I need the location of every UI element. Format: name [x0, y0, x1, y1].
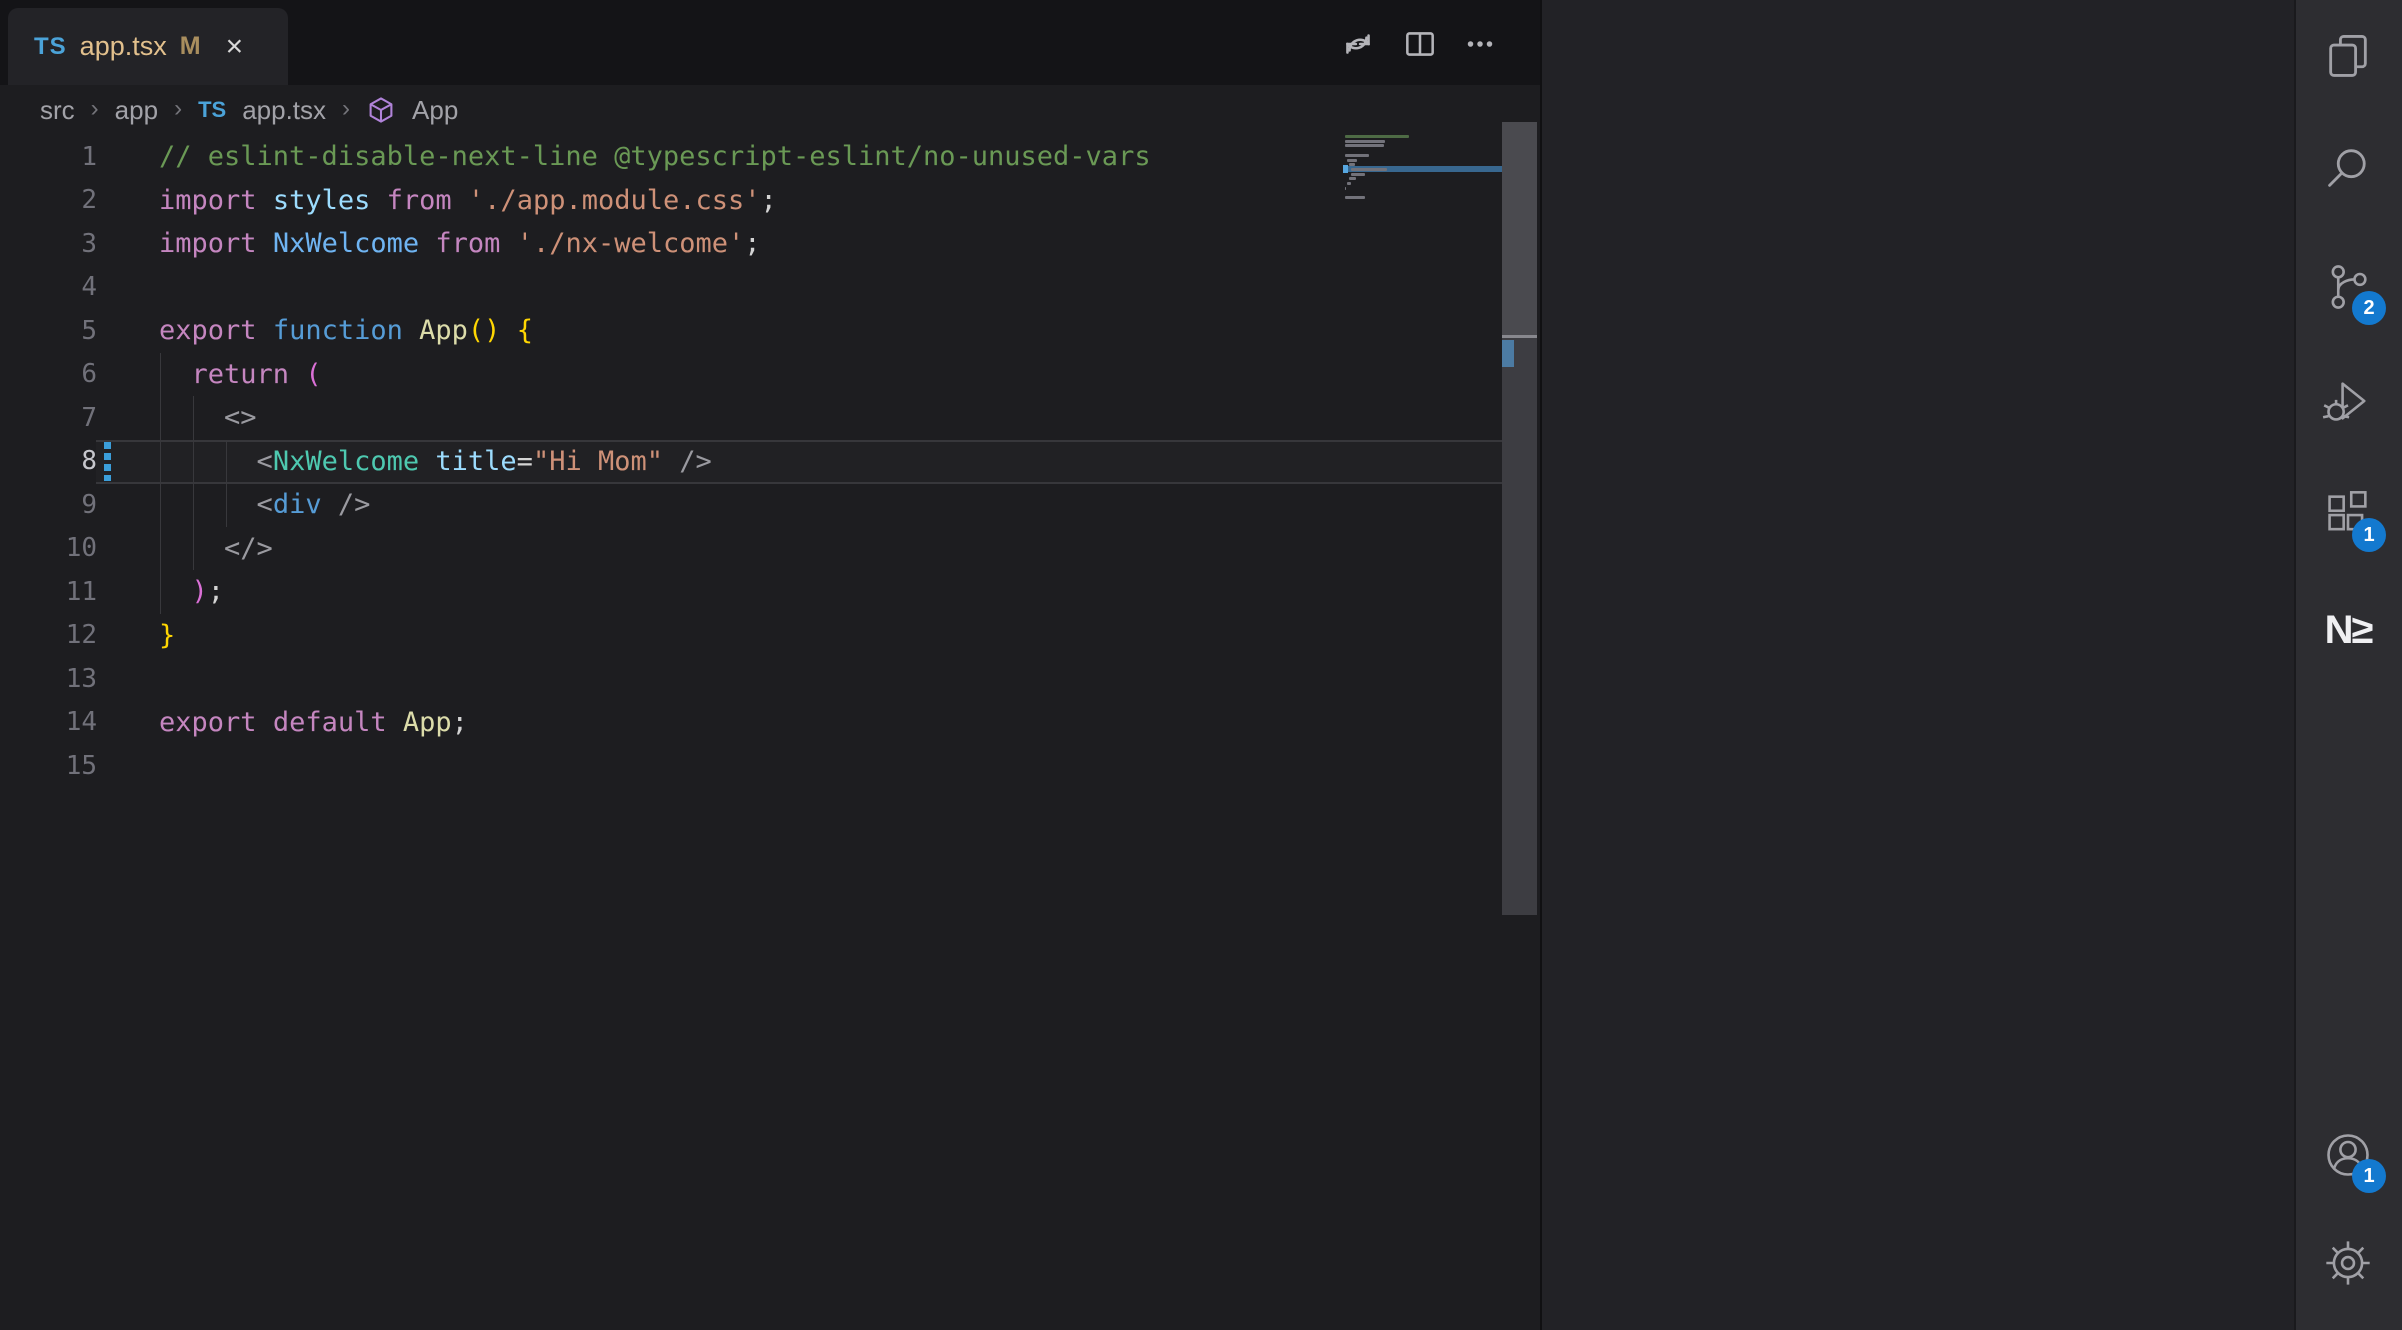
code-line-15[interactable]: 15 [0, 744, 1502, 788]
line-number: 4 [0, 272, 97, 302]
breadcrumb: src › app › TS app.tsx › App [0, 85, 1540, 135]
code-line-7[interactable]: 7 <> [0, 396, 1502, 440]
typescript-file-icon: TS [34, 33, 67, 61]
minimap-line [1345, 144, 1384, 147]
editor-region: TS app.tsx M × src › app › TS [0, 0, 1540, 1330]
minimap-line [1347, 159, 1357, 162]
overview-ruler-cursor-mark [1502, 335, 1537, 338]
code-line-6[interactable]: 6 return ( [0, 353, 1502, 397]
code-text: <> [159, 402, 257, 433]
chevron-right-icon: › [342, 95, 350, 123]
search-icon[interactable] [2300, 120, 2396, 216]
badge: 1 [2352, 518, 2386, 552]
line-number: 2 [0, 185, 97, 215]
breadcrumb-src[interactable]: src [40, 95, 75, 126]
code-text: import styles from './app.module.css'; [159, 185, 777, 216]
tab-app-tsx[interactable]: TS app.tsx M × [8, 8, 288, 85]
badge: 2 [2352, 291, 2386, 325]
code-line-12[interactable]: 12} [0, 614, 1502, 658]
tab-title: app.tsx [80, 31, 167, 62]
code-line-3[interactable]: 3 import NxWelcome from './nx-welcome'; [0, 222, 1502, 266]
code-line-13[interactable]: 13 [0, 657, 1502, 701]
minimap-line [1345, 140, 1385, 143]
symbol-class-cube-icon [366, 95, 396, 125]
line-number: 1 [0, 142, 97, 172]
minimap-line [1349, 177, 1356, 180]
minimap-line [1345, 196, 1365, 199]
nx-console-panel: NX CONSOLE ••• PROJECTS NX CLOUD REMOTE … [1540, 0, 2294, 1330]
modified-badge: M [180, 32, 201, 61]
breadcrumb-symbol-app[interactable]: App [412, 95, 458, 126]
chevron-right-icon: › [91, 95, 99, 123]
overview-ruler-modified-mark [1502, 340, 1514, 367]
typescript-file-icon: TS [198, 97, 226, 123]
code-text: </> [159, 533, 273, 564]
line-number: 8 [0, 446, 97, 476]
minimap-line [1351, 173, 1364, 176]
code-text: import NxWelcome from './nx-welcome'; [159, 228, 761, 259]
line-number: 9 [0, 490, 97, 520]
line-number: 13 [0, 664, 97, 694]
line-number: 5 [0, 316, 97, 346]
line-number: 7 [0, 403, 97, 433]
code-line-2[interactable]: 2 import styles from './app.module.css'; [0, 179, 1502, 223]
vscode-window: TS app.tsx M × src › app › TS [0, 0, 2402, 1330]
line-number: 14 [0, 707, 97, 737]
code-line-11[interactable]: 11 ); [0, 570, 1502, 614]
minimap-line [1347, 182, 1351, 185]
line-number: 12 [0, 620, 97, 650]
badge: 1 [2352, 1159, 2386, 1193]
code-text: export function App() { [159, 315, 533, 346]
code-editor[interactable]: 1 // eslint-disable-next-line @typescript… [0, 135, 1502, 788]
chevron-right-icon: › [174, 95, 182, 123]
code-line-14[interactable]: 14 export default App; [0, 701, 1502, 745]
code-line-5[interactable]: 5 export function App() { [0, 309, 1502, 353]
open-changes-icon[interactable] [1338, 24, 1378, 64]
settings-gear-icon[interactable] [2300, 1215, 2396, 1311]
breadcrumb-file[interactable]: app.tsx [242, 95, 326, 126]
code-text: <NxWelcome title="Hi Mom" /> [159, 446, 712, 477]
line-number: 10 [0, 533, 97, 563]
explorer-icon[interactable] [2300, 9, 2396, 105]
minimap-line [1345, 154, 1369, 157]
scrollbar-thumb[interactable] [1502, 122, 1537, 335]
extensions-icon[interactable]: 1 [2300, 466, 2396, 562]
code-line-9[interactable]: 9 <div /> [0, 483, 1502, 527]
minimap-line [1351, 168, 1386, 171]
line-number: 3 [0, 229, 97, 259]
minimap[interactable] [1345, 135, 1502, 210]
editor-more-actions-icon[interactable] [1460, 24, 1500, 64]
nx-console-icon[interactable]: N≥ [2300, 582, 2396, 678]
accounts-icon[interactable]: 1 [2300, 1107, 2396, 1203]
code-text: <div /> [159, 489, 370, 520]
line-number: 6 [0, 359, 97, 389]
minimap-line [1345, 135, 1409, 138]
source-control-icon[interactable]: 2 [2300, 239, 2396, 335]
nx-logo: N≥ [2325, 608, 2372, 653]
run-debug-icon[interactable] [2300, 353, 2396, 449]
line-number: 11 [0, 577, 97, 607]
code-text: // eslint-disable-next-line @typescript-… [159, 141, 1151, 172]
code-line-4[interactable]: 4 [0, 266, 1502, 310]
code-text: export default App; [159, 707, 468, 738]
code-text: ); [159, 576, 224, 607]
code-text: return ( [159, 359, 322, 390]
code-line-10[interactable]: 10 </> [0, 527, 1502, 571]
split-editor-icon[interactable] [1400, 24, 1440, 64]
code-line-8[interactable]: 8 <NxWelcome title="Hi Mom" /> [0, 440, 1502, 484]
code-line-1[interactable]: 1 // eslint-disable-next-line @typescript… [0, 135, 1502, 179]
line-number: 15 [0, 751, 97, 781]
close-tab-icon[interactable]: × [226, 32, 244, 62]
breadcrumb-app[interactable]: app [115, 95, 158, 126]
code-text: } [159, 620, 175, 651]
minimap-line [1345, 187, 1346, 190]
minimap-line [1349, 163, 1355, 166]
